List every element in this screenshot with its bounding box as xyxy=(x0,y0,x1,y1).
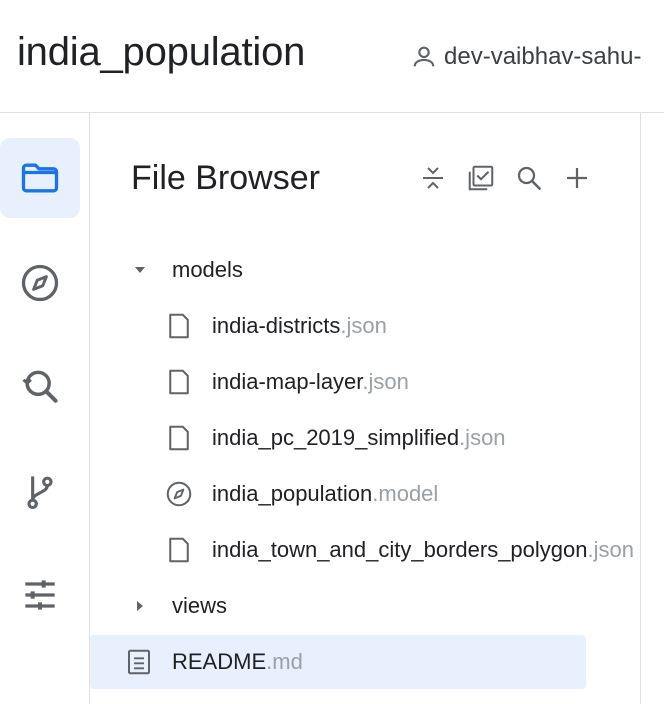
file-browser-panel: File Browser models india-districts.json… xyxy=(90,113,640,704)
activity-rail xyxy=(0,113,90,704)
tree-file-selected[interactable]: README.md xyxy=(90,635,586,689)
rail-settings-button[interactable] xyxy=(0,555,80,635)
compass-icon xyxy=(21,264,59,302)
file-icon xyxy=(164,535,194,565)
add-icon xyxy=(567,168,587,188)
sliders-icon xyxy=(25,580,55,610)
collapse-all-icon xyxy=(423,167,443,189)
select-icon xyxy=(468,165,494,191)
tree-folder-views[interactable]: views xyxy=(90,579,640,633)
file-label: india_town_and_city_borders_polygon.json xyxy=(212,537,634,562)
top-bar: india_population dev-vaibhav-sahu- xyxy=(0,0,664,113)
tree-file[interactable]: india_population.model xyxy=(90,467,640,521)
git-branch-icon xyxy=(27,476,53,510)
select-files-button[interactable] xyxy=(464,161,498,195)
file-label: india_pc_2019_simplified.json xyxy=(212,425,506,450)
folder-label: views xyxy=(172,593,228,618)
user-name: dev-vaibhav-sahu- xyxy=(444,43,642,70)
search-button[interactable] xyxy=(512,161,546,195)
project-title: india_population xyxy=(17,30,306,74)
tree-file[interactable]: india-districts.json xyxy=(90,299,640,353)
file-label: README.md xyxy=(172,649,303,674)
user-account[interactable]: dev-vaibhav-sahu- xyxy=(410,40,641,74)
tree-file[interactable]: india_pc_2019_simplified.json xyxy=(90,411,640,465)
rail-search-button[interactable] xyxy=(0,347,80,427)
rail-source-control-button[interactable] xyxy=(0,451,80,531)
chevron-down-icon[interactable] xyxy=(130,260,150,280)
tree-folder-models[interactable]: models xyxy=(90,243,640,297)
file-label: india-districts.json xyxy=(212,313,387,338)
folder-icon xyxy=(21,163,59,193)
panel-divider xyxy=(640,113,641,704)
collapse-all-button[interactable] xyxy=(416,161,450,195)
person-icon xyxy=(413,46,435,67)
file-label: india-map-layer.json xyxy=(212,369,409,394)
rail-explore-button[interactable] xyxy=(0,243,80,323)
file-label: india_population.model xyxy=(212,481,439,506)
tree-file[interactable]: india_town_and_city_borders_polygon.json xyxy=(90,523,640,577)
document-icon xyxy=(124,647,154,677)
tree-file[interactable]: india-map-layer.json xyxy=(90,355,640,409)
rail-files-button[interactable] xyxy=(0,138,80,218)
panel-title: File Browser xyxy=(131,159,320,197)
compass-icon xyxy=(164,479,194,509)
chevron-right-icon[interactable] xyxy=(130,596,150,616)
search-icon xyxy=(517,166,541,190)
add-button[interactable] xyxy=(560,161,594,195)
file-icon xyxy=(164,311,194,341)
file-icon xyxy=(164,367,194,397)
file-icon xyxy=(164,423,194,453)
folder-label: models xyxy=(172,257,243,282)
search-history-icon xyxy=(22,370,58,403)
